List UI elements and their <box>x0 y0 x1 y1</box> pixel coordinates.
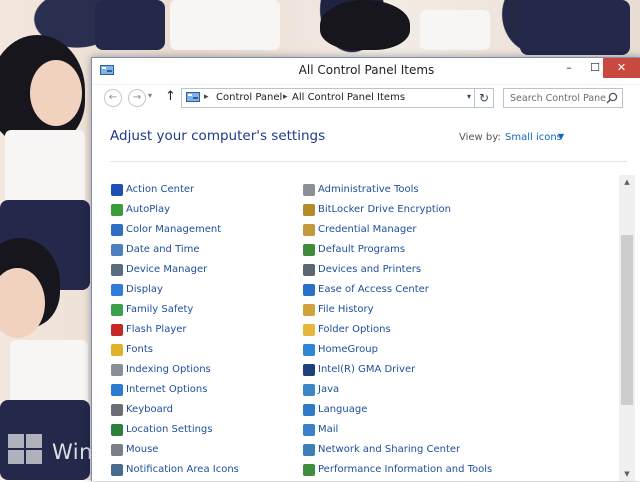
control-panel-item-link[interactable]: Internet Options <box>126 384 207 395</box>
search-icon[interactable] <box>606 92 618 104</box>
control-panel-item-link[interactable]: Administrative Tools <box>318 184 419 195</box>
control-panel-item-link[interactable]: BitLocker Drive Encryption <box>318 204 451 215</box>
control-panel-item-link[interactable]: Fonts <box>126 344 153 355</box>
language-icon <box>303 404 315 416</box>
control-panel-item-link[interactable]: Devices and Printers <box>318 264 421 275</box>
mail-icon <box>303 424 315 436</box>
internet-icon <box>111 384 123 396</box>
control-panel-item-link[interactable]: HomeGroup <box>318 344 378 355</box>
homegroup-icon <box>303 344 315 356</box>
control-panel-item-link[interactable]: Mail <box>318 424 338 435</box>
default-programs-icon <box>303 244 315 256</box>
breadcrumb-all-control-panel-items[interactable]: All Control Panel Items <box>292 92 405 103</box>
page-heading: Adjust your computer's settings <box>110 128 326 144</box>
control-panel-item-link[interactable]: Notification Area Icons <box>126 464 239 475</box>
breadcrumb-separator-icon[interactable]: ▸ <box>204 92 209 102</box>
fonts-icon <box>111 344 123 356</box>
scroll-up-icon[interactable]: ▲ <box>619 175 635 189</box>
view-by-caret-icon[interactable]: ▼ <box>558 132 564 141</box>
folder-icon <box>303 324 315 336</box>
control-panel-item-link[interactable]: Ease of Access Center <box>318 284 429 295</box>
family-safety-icon <box>111 304 123 316</box>
java-icon <box>303 384 315 396</box>
display-icon <box>111 284 123 296</box>
control-panel-item-link[interactable]: Display <box>126 284 163 295</box>
control-panel-item-link[interactable]: Intel(R) GMA Driver <box>318 364 415 375</box>
scrollbar-thumb[interactable] <box>621 235 633 405</box>
control-panel-item-link[interactable]: Location Settings <box>126 424 213 435</box>
performance-icon <box>303 464 315 476</box>
address-dropdown-icon[interactable]: ▾ <box>467 92 471 101</box>
scroll-down-icon[interactable]: ▼ <box>619 467 635 481</box>
credential-icon <box>303 224 315 236</box>
control-panel-item-link[interactable]: Default Programs <box>318 244 405 255</box>
control-panel-item-link[interactable]: Keyboard <box>126 404 173 415</box>
control-panel-item-link[interactable]: Network and Sharing Center <box>318 444 460 455</box>
control-panel-item-link[interactable]: Indexing Options <box>126 364 211 375</box>
control-panel-item-link[interactable]: File History <box>318 304 374 315</box>
admin-tools-icon <box>303 184 315 196</box>
recent-locations-chevron-icon[interactable]: ▾ <box>148 91 152 100</box>
view-by-label: View by: <box>459 132 501 143</box>
control-panel-item-link[interactable]: Flash Player <box>126 324 187 335</box>
control-panel-item-link[interactable]: Date and Time <box>126 244 200 255</box>
indexing-icon <box>111 364 123 376</box>
view-by-dropdown[interactable]: Small icons <box>505 132 562 143</box>
control-panel-item-link[interactable]: Action Center <box>126 184 194 195</box>
autoplay-icon <box>111 204 123 216</box>
control-panel-item-link[interactable]: Device Manager <box>126 264 207 275</box>
notification-icon <box>111 464 123 476</box>
control-panel-window: All Control Panel Items – ☐ ✕ ← → ▾ ↑ ▸ … <box>91 57 640 481</box>
mouse-icon <box>111 444 123 456</box>
address-bar[interactable]: ▸ Control Panel ▸ All Control Panel Item… <box>181 88 475 108</box>
breadcrumb-control-panel[interactable]: Control Panel <box>216 92 282 103</box>
bitlocker-icon <box>303 204 315 216</box>
control-panel-item-link[interactable]: Performance Information and Tools <box>318 464 492 475</box>
flag-icon <box>111 184 123 196</box>
up-button[interactable]: ↑ <box>165 89 176 104</box>
search-box[interactable] <box>503 88 623 108</box>
control-panel-item-link[interactable]: Color Management <box>126 224 221 235</box>
control-panel-item-link[interactable]: Java <box>318 384 339 395</box>
control-panel-icon <box>186 92 200 102</box>
back-button[interactable]: ← <box>104 89 122 107</box>
control-panel-item-link[interactable]: Mouse <box>126 444 158 455</box>
search-input[interactable] <box>504 89 606 107</box>
control-panel-item-link[interactable]: Folder Options <box>318 324 391 335</box>
printer-icon <box>303 264 315 276</box>
header-divider <box>110 161 627 162</box>
forward-button[interactable]: → <box>128 89 146 107</box>
refresh-button[interactable]: ↻ <box>475 88 494 108</box>
breadcrumb-separator-icon[interactable]: ▸ <box>283 92 288 102</box>
keyboard-icon <box>111 404 123 416</box>
control-panel-item-link[interactable]: Language <box>318 404 367 415</box>
title-bar[interactable]: All Control Panel Items – ☐ ✕ <box>92 58 640 85</box>
file-history-icon <box>303 304 315 316</box>
vertical-scrollbar[interactable]: ▲ ▼ <box>619 175 635 481</box>
location-icon <box>111 424 123 436</box>
device-manager-icon <box>111 264 123 276</box>
intel-icon <box>303 364 315 376</box>
control-panel-item-link[interactable]: Credential Manager <box>318 224 416 235</box>
close-button[interactable]: ✕ <box>603 58 640 78</box>
control-panel-item-link[interactable]: AutoPlay <box>126 204 170 215</box>
minimize-button[interactable]: – <box>556 58 582 78</box>
network-icon <box>303 444 315 456</box>
color-management-icon <box>111 224 123 236</box>
ease-of-access-icon <box>303 284 315 296</box>
clock-icon <box>111 244 123 256</box>
address-toolbar: ← → ▾ ↑ ▸ Control Panel ▸ All Control Pa… <box>92 86 640 110</box>
control-panel-item-link[interactable]: Family Safety <box>126 304 193 315</box>
windows-logo-icon <box>8 434 44 466</box>
flash-icon <box>111 324 123 336</box>
